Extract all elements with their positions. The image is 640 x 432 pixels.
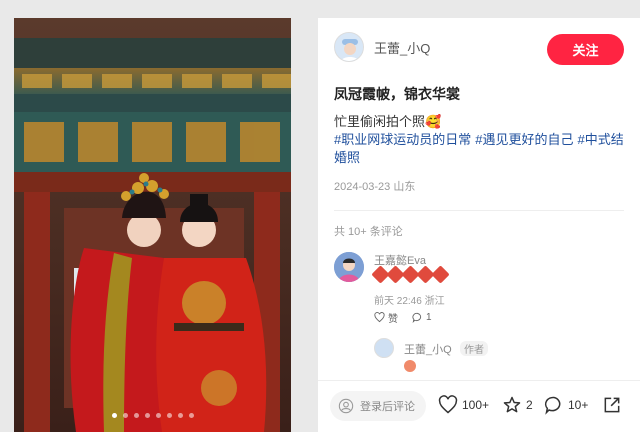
like-button[interactable]: 100+ xyxy=(438,395,489,415)
carousel-dot[interactable] xyxy=(166,413,172,418)
post-description: 忙里偷闲拍个照🥰 xyxy=(334,114,442,129)
carousel-dot[interactable] xyxy=(188,413,194,418)
post-viewer: 王蕾_小Q 关注 凤冠霞帔，锦衣华裳 忙里偷闲拍个照🥰 #职业网球运动员的日常 #… xyxy=(0,0,640,432)
comment-location: 浙江 xyxy=(424,296,445,307)
comment-actions: 赞 1 xyxy=(374,310,432,325)
hashtag-link[interactable]: #遇见更好的自己 xyxy=(475,132,573,147)
author-info[interactable]: 王蕾_小Q xyxy=(334,32,430,62)
user-icon xyxy=(338,398,354,414)
like-count: 100+ xyxy=(462,398,490,412)
comment-meta: 前天 22:46 浙江 xyxy=(374,292,445,307)
comment-input-placeholder: 登录后评论 xyxy=(360,401,415,413)
reply-avatar[interactable] xyxy=(374,338,394,358)
comment-like-label: 赞 xyxy=(388,314,398,325)
chat-bubble-icon xyxy=(544,396,561,415)
post-photo[interactable] xyxy=(14,18,291,432)
carousel-indicator[interactable] xyxy=(14,413,291,418)
post-meta: 2024-03-23 山东 xyxy=(334,178,415,194)
heart-icon xyxy=(438,395,458,414)
comment-total: 10+ xyxy=(568,398,589,412)
comment-emoji-row xyxy=(371,265,450,284)
emoji-icon xyxy=(404,360,416,372)
author-badge: 作者 xyxy=(460,341,488,356)
emoji-icon xyxy=(431,265,450,284)
comment-time: 前天 22:46 xyxy=(374,296,422,307)
carousel-dot[interactable] xyxy=(122,413,128,418)
avatar-illustration xyxy=(334,252,364,282)
post-location: 山东 xyxy=(393,181,416,193)
carousel-dot[interactable] xyxy=(177,413,183,418)
chat-bubble-icon xyxy=(412,312,422,323)
share-icon xyxy=(604,397,620,413)
carousel-dot[interactable] xyxy=(133,413,139,418)
collect-count: 2 xyxy=(526,398,533,412)
carousel-dot[interactable] xyxy=(111,413,117,418)
collect-button[interactable]: 2 xyxy=(502,395,533,415)
heart-icon xyxy=(374,312,385,323)
comment-count: 共 10+ 条评论 xyxy=(334,226,403,238)
post-detail-panel: 王蕾_小Q 关注 凤冠霞帔，锦衣华裳 忙里偷闲拍个照🥰 #职业网球运动员的日常 #… xyxy=(318,18,640,432)
author-name[interactable]: 王蕾_小Q xyxy=(374,38,430,57)
post-title: 凤冠霞帔，锦衣华裳 xyxy=(334,86,460,102)
comment-like-button[interactable]: 赞 xyxy=(374,310,398,325)
author-avatar[interactable] xyxy=(334,32,364,62)
reply-author-name[interactable]: 王蕾_小Q xyxy=(404,341,452,357)
carousel-dot[interactable] xyxy=(144,413,150,418)
share-button[interactable] xyxy=(602,395,622,415)
carousel-dot[interactable] xyxy=(155,413,161,418)
comment-button[interactable]: 10+ xyxy=(544,395,588,415)
bottom-action-bar: 登录后评论 100+ 2 10+ xyxy=(318,380,640,432)
comment-reply-button[interactable]: 1 xyxy=(412,312,432,323)
commenter-avatar[interactable] xyxy=(334,252,364,282)
post-tags: #职业网球运动员的日常 #遇见更好的自己 #中式结婚照 xyxy=(334,131,628,167)
comment-reply-count: 1 xyxy=(426,312,432,323)
hashtag-link[interactable]: #职业网球运动员的日常 xyxy=(334,132,471,147)
wedding-photo-illustration xyxy=(14,18,291,432)
comment-input[interactable]: 登录后评论 xyxy=(330,391,426,421)
post-date: 2024-03-23 xyxy=(334,181,391,193)
divider xyxy=(334,210,624,211)
star-icon xyxy=(503,396,521,413)
avatar-illustration xyxy=(335,33,363,61)
follow-button[interactable]: 关注 xyxy=(547,34,624,65)
